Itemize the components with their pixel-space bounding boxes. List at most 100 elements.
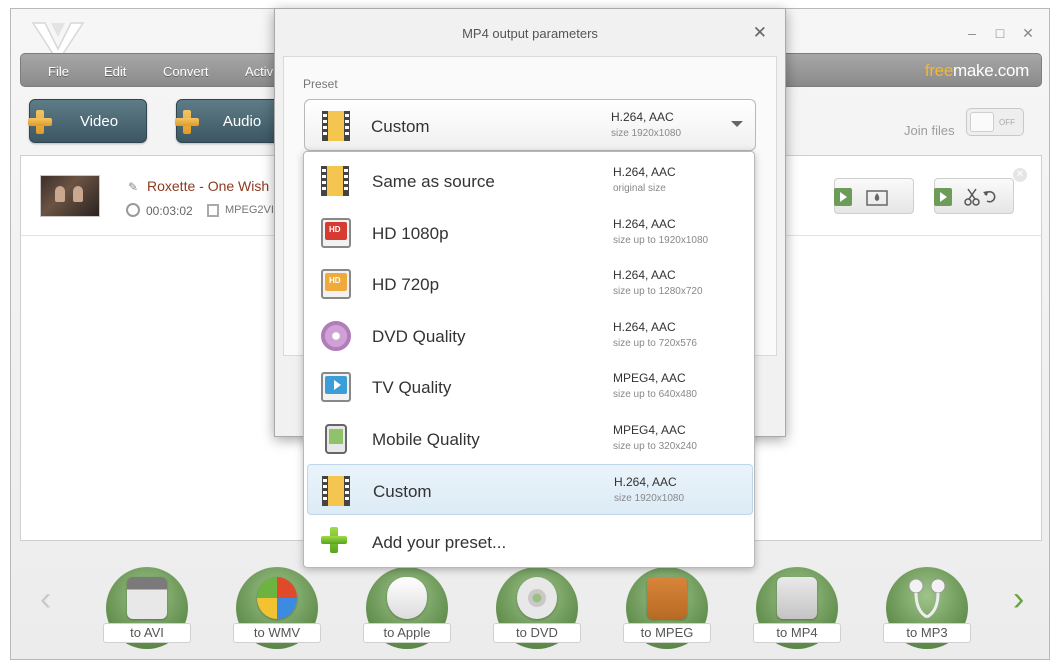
format-mpeg-button[interactable]: to MPEG	[623, 557, 711, 649]
brand-part-2: make.com	[952, 61, 1029, 80]
effects-button[interactable]	[834, 178, 914, 214]
format-mp4-button[interactable]: to MP4	[753, 557, 841, 649]
option-name: Same as source	[372, 172, 495, 191]
format-wmv-button[interactable]: to WMV	[233, 557, 321, 649]
preset-option-custom[interactable]: Custom H.264, AAC size 1920x1080	[307, 464, 753, 515]
format-label: to MPEG	[623, 623, 711, 643]
toggle-state: OFF	[999, 118, 1015, 127]
dialog-title: MP4 output parameters	[462, 26, 598, 41]
close-window-button[interactable]: ✕	[1021, 25, 1035, 42]
menu-file[interactable]: File	[48, 64, 69, 79]
disc-icon	[321, 321, 351, 351]
tv-play-icon	[647, 577, 687, 619]
remove-file-icon[interactable]: ✕	[1013, 168, 1027, 182]
preset-option-same-as-source[interactable]: Same as source H.264, AAC original size	[307, 155, 753, 206]
add-preset-option[interactable]: Add your preset...	[307, 516, 753, 567]
menu-convert[interactable]: Convert	[163, 64, 209, 79]
option-codec: H.264, AAC	[614, 475, 677, 489]
preset-current-codec: H.264, AAC	[611, 110, 674, 124]
chevron-left-icon[interactable]: ‹	[40, 582, 51, 616]
format-label: to MP4	[753, 623, 841, 643]
add-audio-button[interactable]: Audio	[175, 99, 286, 143]
watermark-icon	[866, 190, 888, 206]
option-size: size up to 720x576	[613, 338, 697, 349]
hd-monitor-icon: HD	[321, 269, 351, 299]
chevron-down-icon	[731, 121, 743, 127]
preset-option-hd-1080p[interactable]: HD HD 1080p H.264, AAC size up to 1920x1…	[307, 207, 753, 258]
format-label: to Apple	[363, 623, 451, 643]
option-codec: H.264, AAC	[613, 217, 676, 231]
add-audio-label: Audio	[222, 113, 262, 130]
option-size: original size	[613, 183, 666, 194]
format-label: to WMV	[233, 623, 321, 643]
preset-current-name: Custom	[371, 117, 430, 136]
preset-option-dvd-quality[interactable]: DVD Quality H.264, AAC size up to 720x57…	[307, 310, 753, 361]
plus-icon	[28, 110, 52, 134]
plus-icon	[175, 110, 199, 134]
add-video-label: Video	[79, 113, 119, 130]
film-icon	[207, 204, 219, 217]
preset-label: Preset	[303, 77, 338, 91]
menu-activate[interactable]: Activ	[245, 64, 273, 79]
film-icon	[322, 476, 350, 506]
format-label: to AVI	[103, 623, 191, 643]
hd-monitor-icon: HD	[321, 218, 351, 248]
close-icon[interactable]: ✕	[753, 23, 767, 43]
option-size: size up to 1920x1080	[613, 235, 709, 246]
option-codec: H.264, AAC	[613, 268, 676, 282]
option-name: HD 720p	[372, 275, 440, 294]
option-size: size 1920x1080	[614, 493, 685, 504]
plus-icon	[321, 527, 347, 553]
chevron-right-icon[interactable]: ›	[1013, 582, 1024, 616]
option-name: Add your preset...	[372, 533, 507, 552]
clock-icon	[126, 203, 140, 217]
pencil-icon[interactable]: ✎	[128, 180, 138, 194]
toggle-knob	[970, 112, 994, 132]
preset-option-hd-720p[interactable]: HD HD 720p H.264, AAC size up to 1280x72…	[307, 258, 753, 309]
format-mp3-button[interactable]: to MP3	[883, 557, 971, 649]
menu-edit[interactable]: Edit	[104, 64, 126, 79]
brand-part-1: free	[924, 61, 953, 80]
add-video-button[interactable]: Video	[28, 99, 147, 143]
file-duration: 00:03:02	[146, 204, 193, 218]
window-controls: – □ ✕	[965, 25, 1035, 42]
option-name: TV Quality	[372, 378, 452, 397]
play-icon	[834, 188, 852, 206]
minimize-button[interactable]: –	[965, 25, 979, 42]
preset-option-tv-quality[interactable]: TV Quality MPEG4, AAC size up to 640x480	[307, 361, 753, 412]
dvd-disc-icon	[517, 577, 557, 619]
preset-option-mobile-quality[interactable]: Mobile Quality MPEG4, AAC size up to 320…	[307, 413, 753, 464]
film-icon	[322, 111, 350, 141]
preset-dropdown[interactable]: Custom H.264, AAC size 1920x1080	[304, 99, 756, 151]
brand-logo[interactable]: freemake.com	[925, 61, 1029, 81]
option-name: Custom	[373, 482, 432, 501]
maximize-button[interactable]: □	[993, 25, 1007, 42]
preset-current: Custom H.264, AAC size 1920x1080	[305, 100, 751, 150]
video-thumbnail	[40, 175, 100, 217]
windows-media-icon	[257, 577, 297, 619]
option-codec: H.264, AAC	[613, 165, 676, 179]
option-codec: MPEG4, AAC	[613, 423, 686, 437]
preset-dropdown-list: Same as source H.264, AAC original size …	[303, 151, 755, 568]
format-dvd-button[interactable]: to DVD	[493, 557, 581, 649]
option-name: DVD Quality	[372, 327, 466, 346]
play-icon	[934, 188, 952, 206]
preset-current-size: size 1920x1080	[611, 128, 682, 139]
option-size: size up to 640x480	[613, 389, 697, 400]
apple-icon	[387, 577, 427, 619]
edit-cut-button[interactable]	[934, 178, 1014, 214]
earphones-icon	[907, 577, 947, 619]
join-files-toggle[interactable]: OFF	[966, 108, 1024, 136]
film-icon	[321, 166, 349, 196]
format-apple-button[interactable]: to Apple	[363, 557, 451, 649]
option-name: Mobile Quality	[372, 430, 480, 449]
option-codec: MPEG4, AAC	[613, 371, 686, 385]
join-files-label: Join files	[904, 123, 955, 138]
file-title[interactable]: Roxette - One Wish	[147, 178, 269, 194]
scissors-icon	[964, 188, 996, 206]
option-size: size up to 1280x720	[613, 286, 703, 297]
mobile-icon	[325, 424, 347, 454]
option-size: size up to 320x240	[613, 441, 697, 452]
format-avi-button[interactable]: to AVI	[103, 557, 191, 649]
clapperboard-icon	[127, 577, 167, 619]
